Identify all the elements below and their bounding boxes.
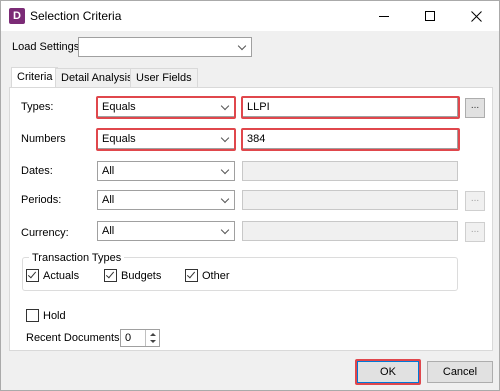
check-icon <box>105 269 115 279</box>
hold-checkbox[interactable] <box>26 309 39 322</box>
stepper-buttons[interactable] <box>145 330 159 346</box>
types-value-input[interactable]: LLPI <box>242 97 458 117</box>
chevron-down-icon[interactable] <box>234 39 250 55</box>
currency-browse-button[interactable]: ... <box>465 222 485 242</box>
dates-operator-value: All <box>102 165 115 177</box>
currency-label: Currency: <box>21 227 69 239</box>
dates-value-input[interactable] <box>242 161 458 181</box>
periods-operator-dropdown[interactable]: All <box>97 190 235 210</box>
criteria-panel <box>9 87 493 351</box>
types-value: LLPI <box>247 101 270 113</box>
types-browse-button[interactable]: ... <box>465 98 485 118</box>
window-title: Selection Criteria <box>30 9 122 23</box>
tab-detail-analysis[interactable]: Detail Analysis <box>55 68 139 88</box>
chevron-down-icon[interactable] <box>217 223 233 239</box>
title-bar[interactable]: D Selection Criteria <box>1 1 499 31</box>
periods-browse-button[interactable]: ... <box>465 191 485 211</box>
close-icon <box>470 10 482 22</box>
load-settings-label: Load Settings: <box>12 41 83 53</box>
currency-value-input[interactable] <box>242 221 458 241</box>
recent-documents-stepper[interactable]: 0 <box>120 329 160 347</box>
tab-user-fields[interactable]: User Fields <box>130 68 198 88</box>
cancel-button[interactable]: Cancel <box>427 361 493 383</box>
dates-operator-dropdown[interactable]: All <box>97 161 235 181</box>
periods-value-input[interactable] <box>242 190 458 210</box>
numbers-label: Numbers <box>21 133 66 145</box>
selection-criteria-dialog: D Selection Criteria Load Settings: Crit… <box>0 0 500 391</box>
check-icon <box>27 269 37 279</box>
numbers-value: 384 <box>247 133 266 145</box>
maximize-icon <box>425 11 435 21</box>
periods-label: Periods: <box>21 194 62 206</box>
actuals-label: Actuals <box>43 270 80 282</box>
check-icon <box>186 269 196 279</box>
maximize-button[interactable] <box>407 1 453 31</box>
budgets-label: Budgets <box>121 270 162 282</box>
other-label: Other <box>202 270 230 282</box>
tab-criteria[interactable]: Criteria <box>11 67 59 89</box>
hold-label: Hold <box>43 310 66 322</box>
dates-label: Dates: <box>21 165 53 177</box>
recent-documents-label: Recent Documents: <box>26 332 123 344</box>
numbers-value-input[interactable]: 384 <box>242 129 458 149</box>
transaction-types-title: Transaction Types <box>29 252 125 264</box>
numbers-operator-value: Equals <box>102 133 136 145</box>
app-icon: D <box>9 8 25 24</box>
other-checkbox[interactable] <box>185 269 198 282</box>
types-operator-dropdown[interactable]: Equals <box>97 97 235 117</box>
currency-operator-value: All <box>102 225 115 237</box>
load-settings-dropdown[interactable] <box>78 37 252 57</box>
types-label: Types: <box>21 101 54 113</box>
stepper-down-icon[interactable] <box>150 340 156 343</box>
chevron-down-icon[interactable] <box>217 192 233 208</box>
ok-button[interactable]: OK <box>357 361 419 383</box>
chevron-down-icon[interactable] <box>217 131 233 147</box>
periods-operator-value: All <box>102 194 115 206</box>
close-button[interactable] <box>453 1 499 31</box>
types-operator-value: Equals <box>102 101 136 113</box>
chevron-down-icon[interactable] <box>217 163 233 179</box>
budgets-checkbox[interactable] <box>104 269 117 282</box>
actuals-checkbox[interactable] <box>26 269 39 282</box>
minimize-icon <box>379 15 389 17</box>
stepper-up-icon[interactable] <box>150 333 156 336</box>
currency-operator-dropdown[interactable]: All <box>97 221 235 241</box>
minimize-button[interactable] <box>361 1 407 31</box>
recent-documents-value: 0 <box>125 332 132 344</box>
chevron-down-icon[interactable] <box>217 99 233 115</box>
numbers-operator-dropdown[interactable]: Equals <box>97 129 235 149</box>
